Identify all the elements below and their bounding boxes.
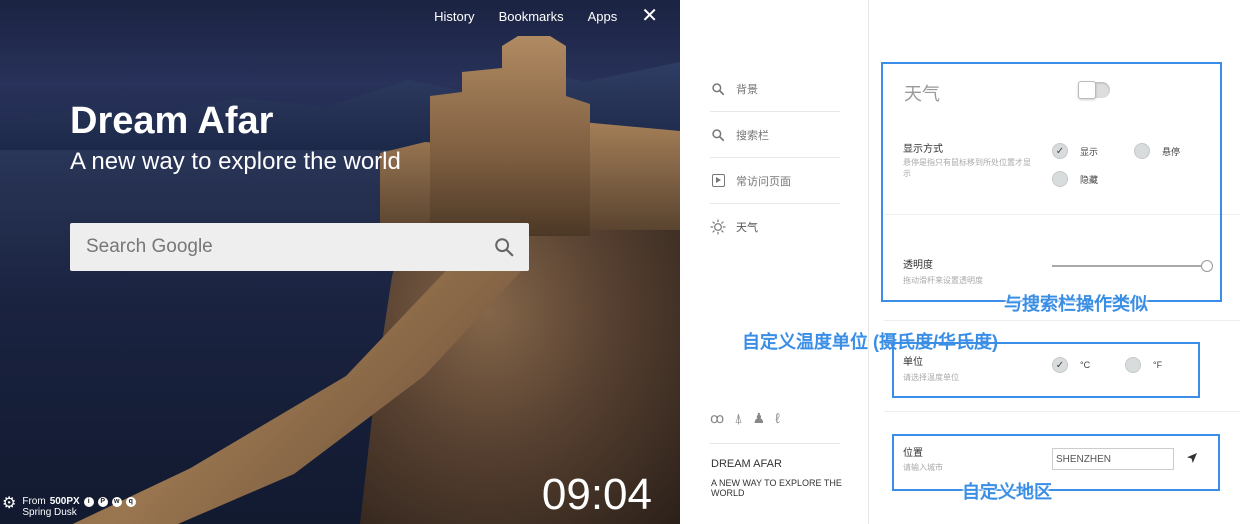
search-icon[interactable] bbox=[493, 236, 515, 258]
top-nav: History Bookmarks Apps ✕ bbox=[434, 6, 658, 26]
feather-icon[interactable]: ℓ bbox=[775, 410, 780, 427]
bookmarks-link[interactable]: Bookmarks bbox=[499, 9, 564, 24]
row-divider bbox=[884, 320, 1240, 321]
brand-title: Dream Afar bbox=[70, 100, 274, 142]
play-icon bbox=[710, 173, 726, 189]
history-link[interactable]: History bbox=[434, 9, 474, 24]
menu-item-label: 背景 bbox=[736, 83, 758, 96]
credit-from: From bbox=[22, 496, 46, 507]
qq-icon[interactable]: ♟ bbox=[753, 410, 766, 427]
pinterest-icon[interactable]: P bbox=[97, 496, 108, 507]
search-icon bbox=[710, 127, 726, 143]
clock: 09:04 bbox=[541, 470, 652, 519]
background-castle-tower bbox=[430, 36, 590, 236]
credit-source[interactable]: 500PX bbox=[50, 496, 80, 507]
sun-icon bbox=[710, 219, 726, 235]
settings-page: 背景 搜索栏 常访问页面 天气 ꝏ ⍋ ♟ ℓ DREAM AFAR A NEW… bbox=[680, 0, 1240, 524]
weibo-icon[interactable]: ꝏ bbox=[710, 410, 724, 427]
menu-item-label: 搜索栏 bbox=[736, 129, 769, 142]
menu-item-background[interactable]: 背景 bbox=[710, 66, 840, 112]
sidebar-separator bbox=[710, 443, 840, 444]
weibo-icon[interactable]: w bbox=[111, 496, 122, 507]
sidebar-brand: DREAM AFAR bbox=[711, 458, 782, 470]
social-links: ꝏ ⍋ ♟ ℓ bbox=[710, 410, 780, 427]
qq-icon[interactable]: q bbox=[125, 496, 136, 507]
sidebar-divider bbox=[868, 0, 869, 524]
close-icon[interactable]: ✕ bbox=[641, 6, 658, 26]
menu-item-label: 常访问页面 bbox=[736, 175, 791, 188]
pinterest-icon[interactable]: ⍋ bbox=[734, 410, 742, 427]
brand-subtitle: A new way to explore the world bbox=[70, 148, 401, 175]
photo-name: Spring Dusk bbox=[22, 507, 77, 518]
sidebar-tagline: A NEW WAY TO EXPLORE THE WORLD bbox=[711, 478, 842, 498]
search-bar[interactable] bbox=[70, 223, 529, 271]
annotation-text-search-like: 与搜索栏操作类似 bbox=[1004, 294, 1148, 314]
annotation-box-unit bbox=[892, 342, 1200, 398]
menu-item-weather[interactable]: 天气 bbox=[710, 204, 840, 250]
annotation-box-weather bbox=[881, 62, 1222, 302]
apps-link[interactable]: Apps bbox=[588, 9, 618, 24]
photo-credits: ⚙ From 500PX i P w q Spring Dusk bbox=[2, 496, 136, 518]
menu-item-searchbar[interactable]: 搜索栏 bbox=[710, 112, 840, 158]
row-divider bbox=[884, 411, 1240, 412]
gear-icon[interactable]: ⚙ bbox=[2, 496, 16, 512]
menu-item-top-sites[interactable]: 常访问页面 bbox=[710, 158, 840, 204]
info-icon[interactable]: i bbox=[83, 496, 94, 507]
settings-menu: 背景 搜索栏 常访问页面 天气 bbox=[710, 66, 840, 250]
annotation-box-location bbox=[892, 434, 1220, 491]
search-input[interactable] bbox=[86, 236, 493, 258]
search-icon bbox=[710, 81, 726, 97]
annotation-text-region: 自定义地区 bbox=[962, 482, 1052, 502]
menu-item-label: 天气 bbox=[736, 222, 758, 234]
new-tab-page: History Bookmarks Apps ✕ Dream Afar A ne… bbox=[0, 0, 680, 524]
